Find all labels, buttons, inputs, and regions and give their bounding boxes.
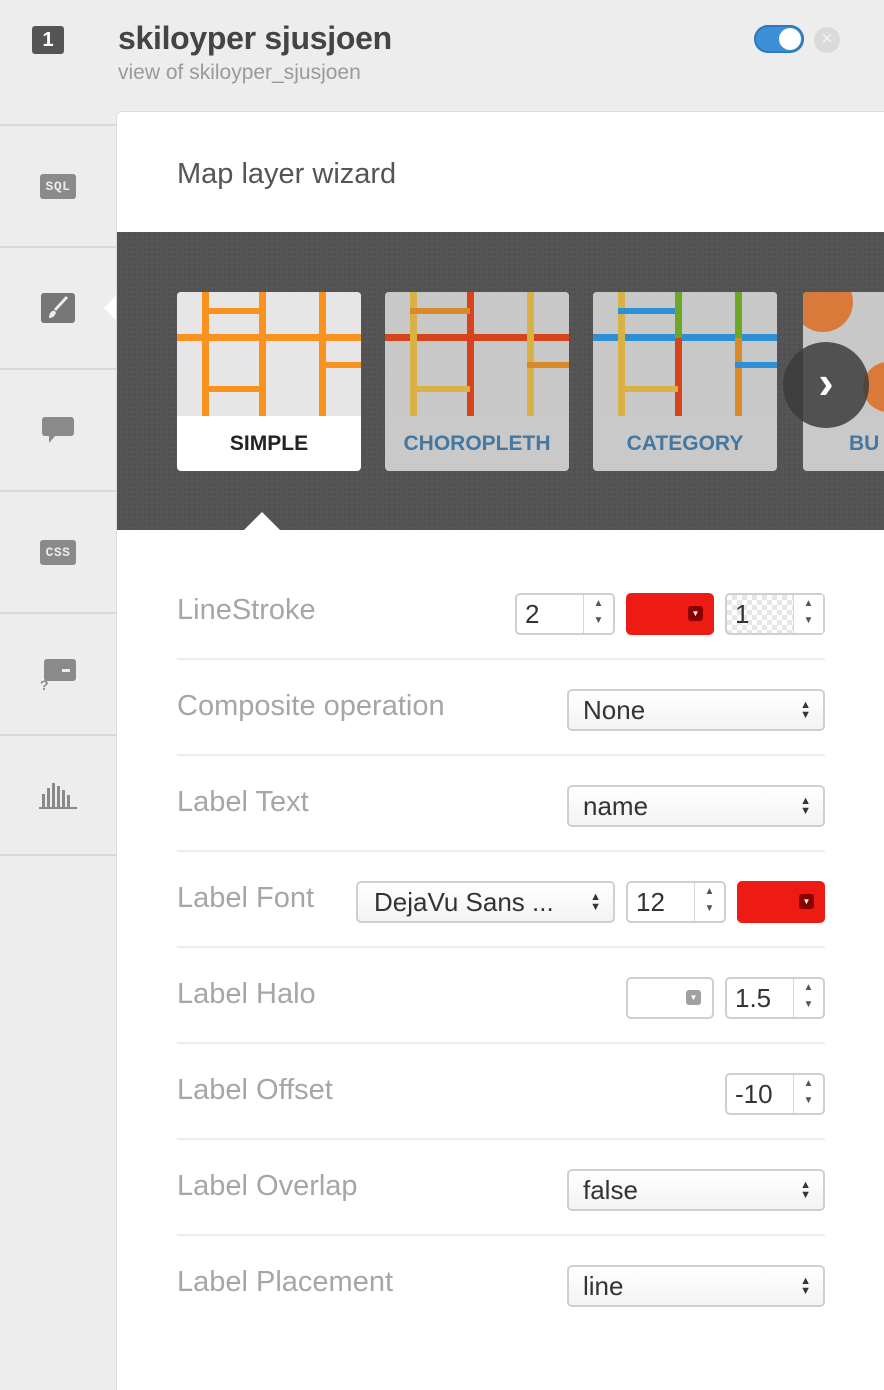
wizard-panel: Map layer wizard SIMPLE CHOROPLETH CATEG… [116, 111, 884, 1390]
toggle-knob [779, 28, 801, 50]
wizard-card-label: CATEGORY [626, 432, 744, 455]
sidebar-item-wizard[interactable] [0, 246, 118, 368]
select-arrows-icon: ▲ ▼ [800, 1275, 811, 1297]
form-row-label-text: Label Text name ▲ ▼ [177, 756, 825, 852]
sidebar-item-legends[interactable]: ? [0, 612, 116, 734]
row-label: Label Font [177, 882, 315, 914]
select-arrows-icon: ▲ ▼ [800, 699, 811, 721]
stepper-arrows[interactable]: ▲ ▼ [793, 595, 823, 633]
composite-operation-select[interactable]: None ▲ ▼ [567, 689, 825, 731]
form-row-linestroke: LineStroke 2 ▲ ▼ ▼ 1 ▲ ▼ [177, 564, 825, 660]
paintbrush-icon [41, 293, 75, 323]
bar-chart-icon [39, 783, 77, 809]
wizard-carousel: SIMPLE CHOROPLETH CATEGORY BU › [117, 232, 884, 530]
choropleth-thumbnail [385, 292, 569, 416]
label-font-select[interactable]: DejaVu Sans ... ▲ ▼ [356, 881, 615, 923]
sidebar-item-infowindow[interactable] [0, 368, 116, 490]
select-arrows-icon: ▲ ▼ [590, 891, 601, 913]
stepper-arrows[interactable]: ▲ ▼ [793, 1075, 823, 1113]
carousel-next-button[interactable]: › [783, 342, 869, 428]
close-icon[interactable]: × [814, 27, 840, 53]
row-label: LineStroke [177, 594, 316, 626]
select-value: false [583, 1175, 638, 1205]
label-offset-stepper[interactable]: -10 ▲ ▼ [725, 1073, 825, 1115]
sql-icon: SQL [39, 173, 77, 199]
row-label: Composite operation [177, 690, 445, 722]
line-opacity-value: 1 [735, 599, 750, 629]
wizard-card-simple[interactable]: SIMPLE [177, 292, 361, 471]
layer-visibility-toggle[interactable] [754, 25, 804, 53]
sidebar-item-sql[interactable]: SQL [0, 124, 116, 246]
stepper-arrows[interactable]: ▲ ▼ [694, 883, 724, 921]
label-text-select[interactable]: name ▲ ▼ [567, 785, 825, 827]
offset-value: -10 [735, 1079, 773, 1109]
line-width-stepper[interactable]: 2 ▲ ▼ [515, 593, 615, 635]
chevron-down-icon: ▼ [799, 894, 814, 909]
css-icon: CSS [39, 539, 77, 565]
label-halo-size-stepper[interactable]: 1.5 ▲ ▼ [725, 977, 825, 1019]
select-arrows-icon: ▲ ▼ [800, 1179, 811, 1201]
select-value: None [583, 695, 646, 725]
layer-sidebar: SQL CSS ? [0, 124, 118, 856]
form-row-composite: Composite operation None ▲ ▼ [177, 660, 825, 756]
simple-thumbnail [177, 292, 361, 416]
stepper-arrows[interactable]: ▲ ▼ [793, 979, 823, 1017]
line-opacity-stepper[interactable]: 1 ▲ ▼ [725, 593, 825, 635]
wizard-card-category[interactable]: CATEGORY [593, 292, 777, 471]
select-value: name [583, 791, 649, 821]
layer-title[interactable]: skiloyper sjusjoen [118, 20, 392, 57]
layer-number-badge: 1 [32, 26, 64, 54]
form-row-label-overlap: Label Overlap false ▲ ▼ [177, 1140, 825, 1236]
label-font-color-picker[interactable]: ▼ [737, 881, 825, 923]
stepper-arrows[interactable]: ▲ ▼ [583, 595, 613, 633]
svg-text:?: ? [40, 677, 49, 691]
line-color-picker[interactable]: ▼ [626, 593, 714, 635]
row-label: Label Overlap [177, 1170, 358, 1202]
label-overlap-select[interactable]: false ▲ ▼ [567, 1169, 825, 1211]
font-size-value: 12 [636, 887, 665, 917]
select-value: DejaVu Sans ... [374, 887, 554, 917]
category-thumbnail [593, 292, 777, 416]
wizard-form: LineStroke 2 ▲ ▼ ▼ 1 ▲ ▼ Composite operati… [177, 564, 825, 1332]
sidebar-item-filters[interactable] [0, 734, 116, 856]
row-label: Label Offset [177, 1074, 333, 1106]
label-placement-select[interactable]: line ▲ ▼ [567, 1265, 825, 1307]
wizard-card-label: SIMPLE [229, 432, 309, 455]
form-row-label-halo: Label Halo ▼ 1.5 ▲ ▼ [177, 948, 825, 1044]
form-row-label-font: Label Font DejaVu Sans ... ▲ ▼ 12 ▲ ▼ ▼ [177, 852, 825, 948]
select-arrows-icon: ▲ ▼ [800, 795, 811, 817]
chevron-down-icon: ▼ [686, 990, 701, 1005]
row-label: Label Halo [177, 978, 316, 1010]
sidebar-item-css[interactable]: CSS [0, 490, 116, 612]
select-value: line [583, 1271, 624, 1301]
selected-card-pointer [244, 512, 280, 530]
form-row-label-offset: Label Offset -10 ▲ ▼ [177, 1044, 825, 1140]
line-width-value: 2 [525, 599, 540, 629]
form-row-label-placement: Label Placement line ▲ ▼ [177, 1236, 825, 1332]
label-font-size-stepper[interactable]: 12 ▲ ▼ [626, 881, 726, 923]
legend-icon: ? [40, 659, 76, 691]
chevron-down-icon: ▼ [688, 606, 703, 621]
label-halo-color-picker[interactable]: ▼ [626, 977, 714, 1019]
row-label: Label Placement [177, 1266, 394, 1298]
wizard-card-label: CHOROPLETH [403, 432, 551, 455]
wizard-card-choropleth[interactable]: CHOROPLETH [385, 292, 569, 471]
row-label: Label Text [177, 786, 309, 818]
speech-bubble-icon [42, 417, 74, 443]
wizard-title: Map layer wizard [177, 158, 397, 190]
layer-subtitle: view of skiloyper_sjusjoen [118, 61, 361, 84]
halo-size-value: 1.5 [735, 983, 772, 1013]
